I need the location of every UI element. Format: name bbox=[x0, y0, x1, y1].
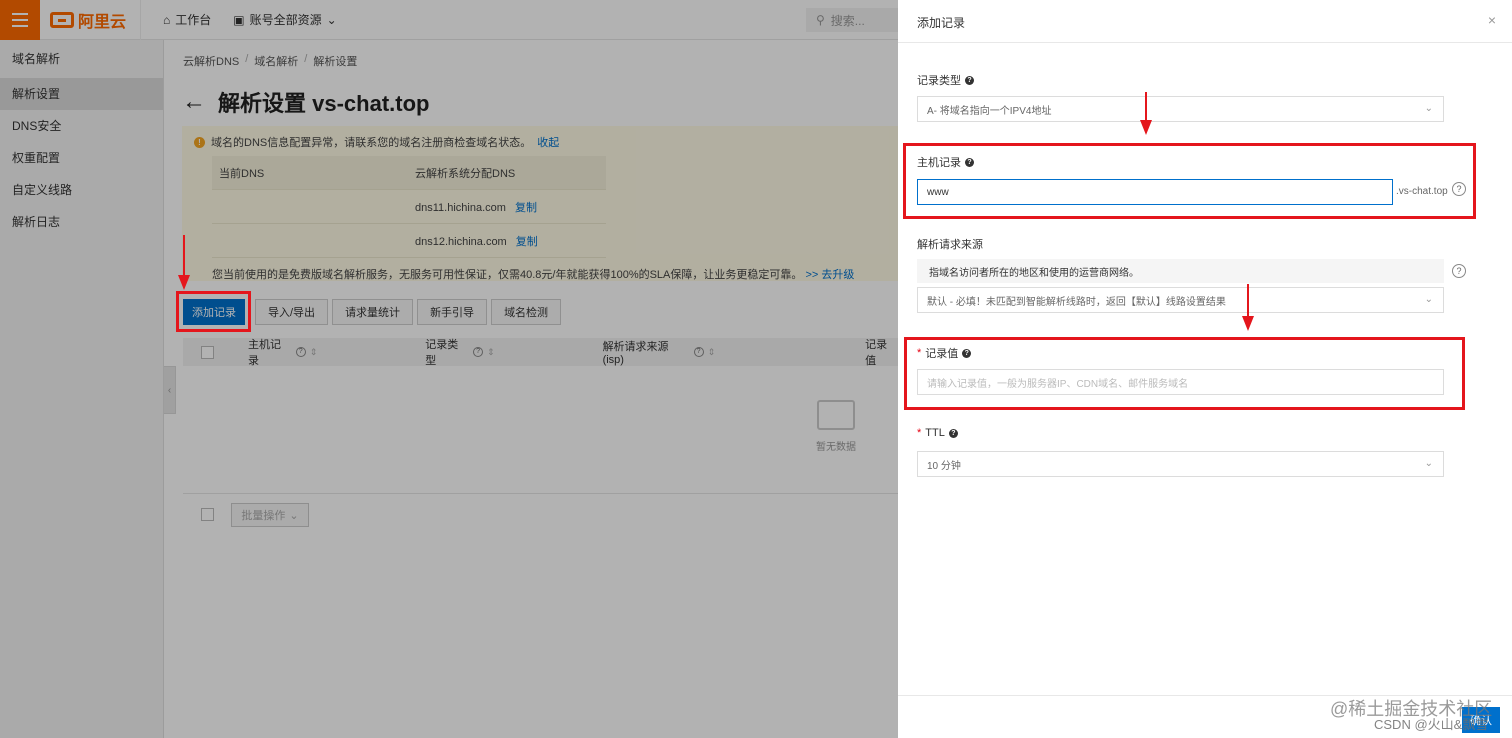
annotation-box-host-record bbox=[903, 143, 1476, 219]
field-label: 解析请求来源 bbox=[917, 239, 983, 251]
close-icon[interactable]: × bbox=[1488, 12, 1496, 28]
annotation-arrow-down-icon bbox=[1242, 284, 1254, 331]
csdn-watermark: CSDN @火山&飘雪 bbox=[1374, 717, 1489, 732]
drawer-title: 添加记录 bbox=[917, 16, 966, 30]
chevron-down-icon: ⌄ bbox=[1424, 458, 1433, 469]
modal-backdrop[interactable] bbox=[0, 0, 898, 738]
required-marker: * bbox=[917, 427, 922, 439]
annotation-arrow-down-icon bbox=[178, 235, 190, 290]
request-source-value: 默认 - 必填！未匹配到智能解析线路时，返回【默认】线路设置结果 bbox=[927, 296, 1226, 308]
help-icon[interactable]: ? bbox=[948, 428, 958, 438]
record-type-label: 记录类型 ? bbox=[917, 72, 974, 88]
field-label: TTL bbox=[925, 427, 945, 439]
record-type-value: A- 将域名指向一个IPV4地址 bbox=[927, 105, 1052, 117]
request-source-select[interactable]: 默认 - 必填！未匹配到智能解析线路时，返回【默认】线路设置结果 ⌄ bbox=[917, 287, 1444, 313]
ttl-select[interactable]: 10 分钟 ⌄ bbox=[917, 451, 1444, 477]
field-label: 记录类型 bbox=[917, 75, 961, 87]
drawer-header: 添加记录 × bbox=[898, 0, 1512, 43]
chevron-down-icon: ⌄ bbox=[1424, 103, 1433, 114]
help-icon[interactable]: ? bbox=[965, 75, 974, 85]
annotation-box-add-record bbox=[176, 291, 251, 332]
record-type-select[interactable]: A- 将域名指向一个IPV4地址 ⌄ bbox=[917, 96, 1444, 122]
ttl-value: 10 分钟 bbox=[927, 460, 961, 472]
ttl-label: * TTL ? bbox=[917, 427, 958, 439]
annotation-arrow-down-icon bbox=[1140, 92, 1152, 135]
annotation-box-record-value bbox=[904, 337, 1465, 410]
request-source-label: 解析请求来源 bbox=[917, 236, 983, 252]
chevron-down-icon: ⌄ bbox=[1424, 294, 1433, 305]
request-source-hint: 指域名访问者所在的地区和使用的运营商网络。 bbox=[917, 259, 1444, 283]
help-circle-icon[interactable]: ? bbox=[1452, 264, 1466, 278]
